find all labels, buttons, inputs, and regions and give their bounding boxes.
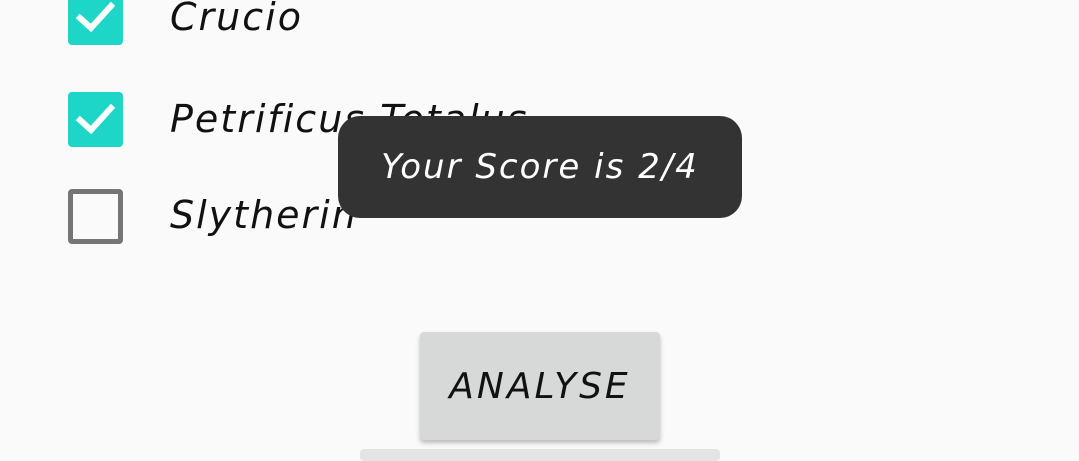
check-icon: [75, 103, 116, 135]
analyse-button[interactable]: ANALYSE: [420, 332, 660, 440]
checkbox-slytherin[interactable]: [68, 189, 123, 244]
analyse-button-label: ANALYSE: [449, 365, 631, 407]
checkbox-crucio[interactable]: [68, 0, 123, 45]
score-toast: Your Score is 2/4: [338, 116, 742, 218]
option-label: Slytherin: [170, 193, 358, 237]
checkbox-petrificus-totalus[interactable]: [68, 92, 123, 147]
toast-text: Your Score is 2/4: [381, 147, 699, 187]
option-label: Crucio: [170, 0, 303, 39]
option-crucio[interactable]: Crucio: [0, 0, 700, 55]
next-button-partial[interactable]: [360, 449, 720, 461]
check-icon: [75, 1, 116, 33]
